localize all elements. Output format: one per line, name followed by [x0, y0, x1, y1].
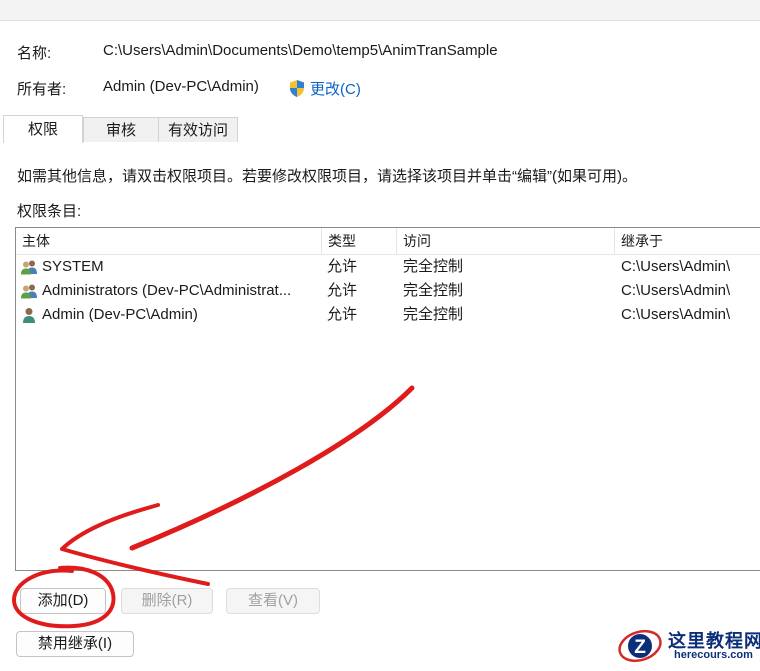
inherited-cell: C:\Users\Admin\: [621, 282, 731, 299]
change-owner-label: 更改(C): [310, 80, 361, 98]
tab-label: 权限: [27, 121, 58, 138]
name-label: 名称:: [17, 45, 52, 62]
access-cell: 完全控制: [403, 306, 464, 323]
column-header-type[interactable]: 类型: [322, 228, 397, 254]
window-top-strip: [0, 0, 760, 21]
group-user-icon: [21, 260, 37, 275]
uac-shield-icon: [290, 79, 304, 97]
remove-button[interactable]: 删除(R): [121, 588, 213, 614]
tab-strip: 权限 审核 有效访问: [3, 115, 760, 144]
inherited-cell: C:\Users\Admin\: [621, 306, 731, 323]
table-row[interactable]: SYSTEM 允许 完全控制 C:\Users\Admin\: [16, 255, 760, 279]
column-header-principal[interactable]: 主体: [16, 228, 322, 254]
column-header-access[interactable]: 访问: [397, 228, 615, 254]
access-cell: 完全控制: [403, 282, 464, 299]
site-watermark: Z 这里教程网 herecours.com: [612, 624, 760, 667]
owner-label: 所有者:: [17, 81, 67, 98]
principal-cell: Admin (Dev-PC\Admin): [42, 306, 198, 323]
entries-label: 权限条目:: [17, 203, 82, 220]
owner-value: Admin (Dev-PC\Admin): [103, 78, 259, 95]
single-user-icon: [23, 308, 35, 323]
tab-label: 有效访问: [167, 122, 228, 139]
group-user-icon: [21, 284, 37, 299]
principal-cell: SYSTEM: [42, 258, 104, 275]
tab-auditing[interactable]: 审核: [83, 117, 159, 142]
name-value: C:\Users\Admin\Documents\Demo\temp5\Anim…: [103, 42, 498, 59]
table-row[interactable]: Administrators (Dev-PC\Administrat... 允许…: [16, 279, 760, 303]
add-button[interactable]: 添加(D): [20, 588, 106, 614]
type-cell: 允许: [327, 306, 358, 323]
type-cell: 允许: [327, 282, 358, 299]
tab-effective-access[interactable]: 有效访问: [158, 117, 238, 142]
column-header-inherited-from[interactable]: 继承于: [615, 228, 760, 254]
svg-text:Z: Z: [634, 637, 646, 658]
view-button[interactable]: 查看(V): [226, 588, 320, 614]
list-header: 主体 类型 访问 继承于: [16, 228, 760, 255]
table-row[interactable]: Admin (Dev-PC\Admin) 允许 完全控制 C:\Users\Ad…: [16, 303, 760, 327]
tab-label: 审核: [105, 122, 136, 139]
tab-permissions[interactable]: 权限: [3, 115, 83, 144]
principal-cell: Administrators (Dev-PC\Administrat...: [42, 282, 292, 299]
disable-inheritance-button[interactable]: 禁用继承(I): [16, 631, 134, 657]
access-cell: 完全控制: [403, 258, 464, 275]
type-cell: 允许: [327, 258, 358, 275]
inherited-cell: C:\Users\Admin\: [621, 258, 731, 275]
info-text: 如需其他信息，请双击权限项目。若要修改权限项目，请选择该项目并单击“编辑”(如果…: [17, 168, 637, 185]
watermark-url: herecours.com: [674, 649, 753, 661]
change-owner-link[interactable]: 更改(C): [288, 78, 361, 98]
permission-entries-list[interactable]: 主体 类型 访问 继承于 SYSTEM 允许 完全控制 C:\Users\Adm…: [15, 227, 760, 571]
watermark-logo-icon: Z: [618, 629, 662, 663]
